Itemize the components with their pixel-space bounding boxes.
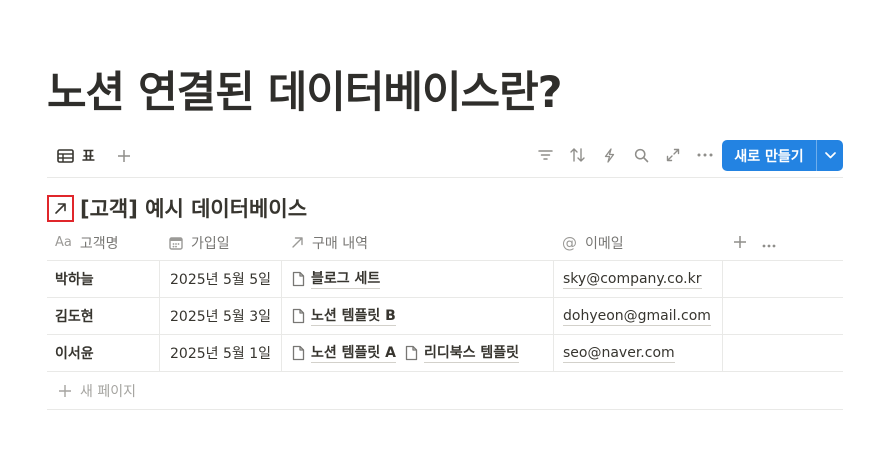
email-value[interactable]: seo@naver.com bbox=[563, 344, 675, 363]
expand-button[interactable] bbox=[661, 143, 685, 167]
view-tab-label: 표 bbox=[82, 149, 95, 165]
plus-icon bbox=[118, 150, 130, 162]
new-page-label: 새 페이지 bbox=[80, 384, 136, 400]
page-icon bbox=[405, 345, 418, 361]
empty-cell bbox=[722, 335, 843, 371]
customer-name[interactable]: 이서윤 bbox=[55, 343, 94, 363]
page-icon bbox=[292, 345, 305, 361]
new-button-label[interactable]: 새로 만들기 bbox=[722, 140, 817, 171]
relation-page-link[interactable]: 노션 템플릿 B bbox=[292, 307, 396, 326]
add-view-button[interactable] bbox=[113, 145, 135, 167]
column-more-button[interactable] bbox=[762, 233, 776, 252]
column-header-label: 구매 내역 bbox=[312, 235, 368, 252]
table-icon bbox=[57, 149, 74, 163]
new-button[interactable]: 새로 만들기 bbox=[722, 140, 843, 171]
signup-date[interactable]: 2025년 5월 5일 bbox=[170, 269, 271, 289]
more-options-button[interactable] bbox=[693, 143, 717, 167]
relation-page-title: 블로그 세트 bbox=[311, 270, 381, 289]
filter-icon bbox=[537, 150, 553, 160]
plus-icon bbox=[59, 385, 71, 397]
chevron-down-icon bbox=[824, 152, 836, 159]
relation-page-title: 리디북스 템플릿 bbox=[423, 344, 520, 363]
email-value[interactable]: sky@company.co.kr bbox=[563, 270, 702, 289]
customer-name[interactable]: 김도현 bbox=[55, 306, 94, 326]
more-icon bbox=[697, 153, 713, 157]
email-value[interactable]: dohyeon@gmail.com bbox=[563, 307, 711, 326]
database-toolbar: 표 새로 만들기 bbox=[47, 140, 843, 178]
column-header-label: 이메일 bbox=[585, 235, 624, 252]
column-header-name[interactable]: Aa 고객명 bbox=[47, 225, 159, 260]
relation-page-title: 노션 템플릿 A bbox=[311, 344, 396, 363]
lightning-icon bbox=[604, 147, 614, 163]
table-row[interactable]: 이서윤 2025년 5월 1일 노션 템플릿 A 리디북스 템플릿 seo@na… bbox=[47, 335, 843, 372]
table-row[interactable]: 박하늘 2025년 5월 5일 블로그 세트 sky@company.co.kr bbox=[47, 261, 843, 298]
filter-button[interactable] bbox=[533, 143, 557, 167]
column-header-label: 가입일 bbox=[191, 235, 230, 252]
add-property-button[interactable] bbox=[734, 233, 746, 252]
database-title-row: [고객] 예시 데이터베이스 bbox=[47, 194, 307, 222]
sort-button[interactable] bbox=[565, 143, 589, 167]
database-table: Aa 고객명 가입일 구매 내역 @ 이메일 박하늘 2025년 5월 5일 블… bbox=[47, 225, 843, 372]
search-button[interactable] bbox=[629, 143, 653, 167]
new-button-dropdown[interactable] bbox=[817, 140, 843, 171]
relation-page-link[interactable]: 노션 템플릿 A bbox=[292, 344, 396, 363]
new-page-button[interactable]: 새 페이지 bbox=[47, 373, 843, 410]
relation-arrow-icon bbox=[291, 236, 304, 249]
relation-page-link[interactable]: 리디북스 템플릿 bbox=[405, 344, 520, 363]
at-sign-icon: @ bbox=[562, 233, 577, 252]
table-view-tab[interactable]: 표 bbox=[53, 142, 99, 170]
column-header-relation[interactable]: 구매 내역 bbox=[281, 225, 553, 260]
column-header-email[interactable]: @ 이메일 bbox=[553, 225, 722, 260]
sort-icon bbox=[569, 148, 585, 162]
page-icon bbox=[292, 271, 305, 287]
customer-name[interactable]: 박하늘 bbox=[55, 269, 94, 289]
linked-database-arrow-icon[interactable] bbox=[47, 194, 74, 222]
text-type-icon: Aa bbox=[55, 235, 72, 250]
page-title: 노션 연결된 데이터베이스란? bbox=[47, 68, 563, 118]
column-header-label: 고객명 bbox=[79, 235, 119, 252]
signup-date[interactable]: 2025년 5월 3일 bbox=[170, 306, 271, 326]
more-icon bbox=[762, 244, 776, 248]
expand-icon bbox=[666, 148, 680, 162]
empty-cell bbox=[722, 298, 843, 334]
plus-icon bbox=[734, 236, 746, 248]
search-icon bbox=[634, 148, 648, 162]
database-title[interactable]: [고객] 예시 데이터베이스 bbox=[80, 193, 307, 223]
calendar-icon bbox=[169, 236, 183, 250]
column-header-date[interactable]: 가입일 bbox=[159, 225, 281, 260]
table-header-row: Aa 고객명 가입일 구매 내역 @ 이메일 bbox=[47, 225, 843, 261]
page-icon bbox=[292, 308, 305, 324]
signup-date[interactable]: 2025년 5월 1일 bbox=[170, 343, 271, 363]
empty-cell bbox=[722, 261, 843, 297]
automation-button[interactable] bbox=[597, 143, 621, 167]
relation-page-link[interactable]: 블로그 세트 bbox=[292, 270, 381, 289]
relation-page-title: 노션 템플릿 B bbox=[311, 307, 396, 326]
table-row[interactable]: 김도현 2025년 5월 3일 노션 템플릿 B dohyeon@gmail.c… bbox=[47, 298, 843, 335]
